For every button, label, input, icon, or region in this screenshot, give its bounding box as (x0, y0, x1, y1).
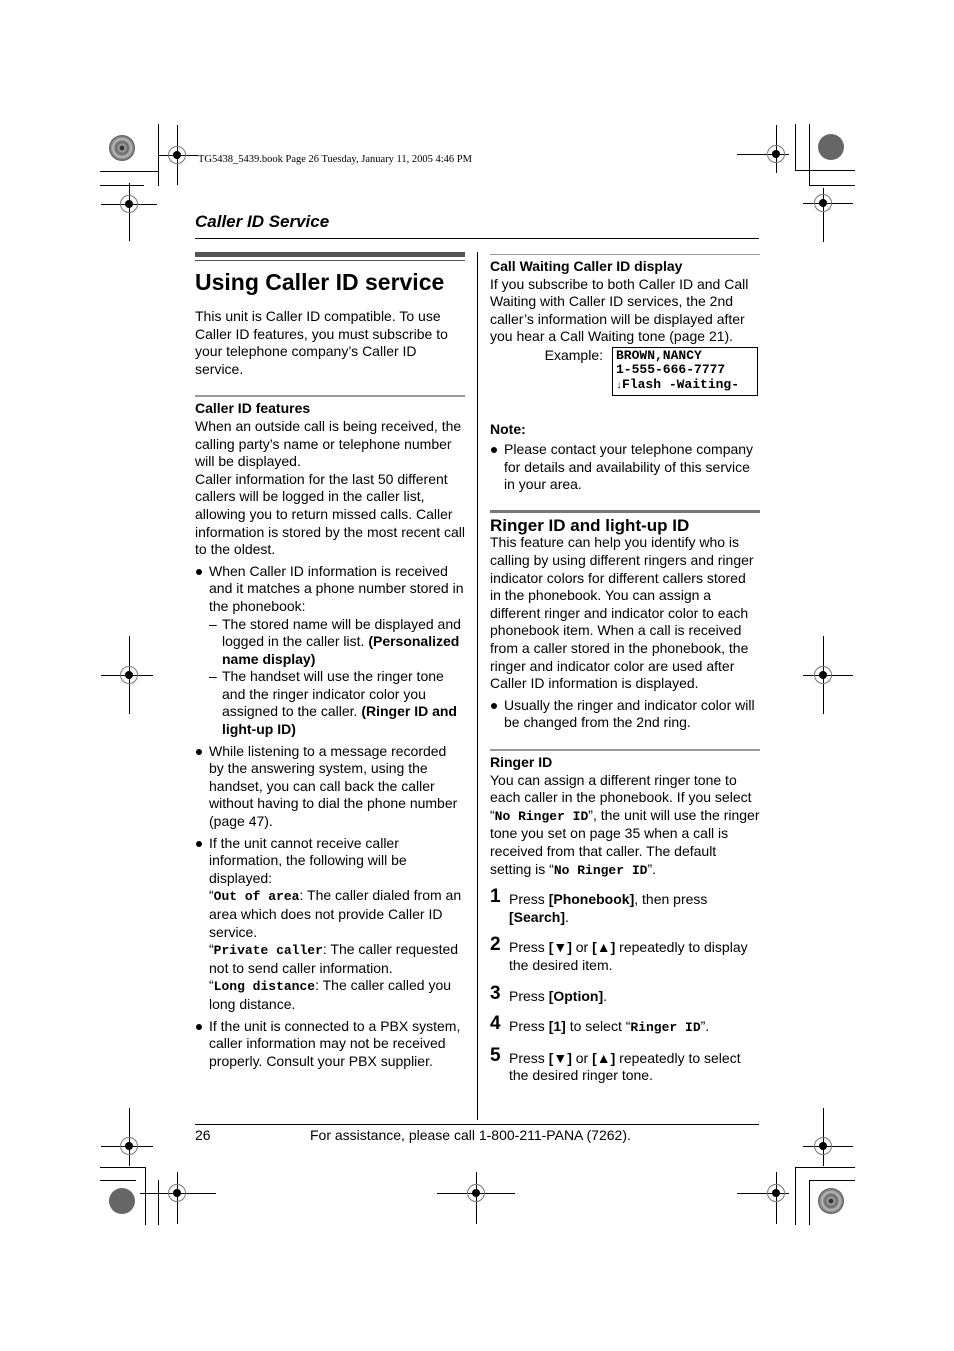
call-waiting-heading: Call Waiting Caller ID display (490, 258, 683, 274)
footer-rule (195, 1124, 759, 1125)
up-key: [▲] (592, 939, 616, 956)
running-head: TG5438_5439.book Page 26 Tuesday, Januar… (198, 154, 472, 165)
crosshair-icon (467, 1184, 485, 1202)
left-column: Using Caller ID service This unit is Cal… (195, 252, 465, 1070)
one-key: [1] (548, 1018, 566, 1035)
crosshair-icon (120, 666, 138, 684)
step-text: ”. (700, 1018, 710, 1035)
down-key: [▼] (548, 939, 572, 956)
crosshair-icon (168, 1184, 186, 1202)
display-code: Long distance (213, 979, 316, 995)
step-text: Ringer ID (630, 1020, 701, 1036)
ringer-light-heading: Ringer ID and light-up ID (490, 515, 690, 535)
step-text: 5 (490, 1044, 501, 1066)
note-label: Note: (490, 421, 526, 438)
bullet-item: If the unit cannot receive caller inform… (195, 835, 465, 1014)
crosshair-icon (120, 1137, 138, 1155)
phonebook-key: [Phonebook] (548, 891, 635, 908)
section-divider (490, 254, 760, 255)
step-text: 2 (490, 934, 501, 956)
crosshair-icon (120, 195, 138, 213)
color-target-icon (818, 134, 844, 160)
ringer-light-paragraph: This feature can help you identify who i… (490, 534, 754, 692)
step-text: Press (509, 987, 549, 1004)
step-text: 3 (490, 982, 501, 1004)
page-number: 26 (195, 1127, 211, 1143)
call-waiting-paragraph: If you subscribe to both Caller ID and C… (490, 275, 749, 345)
display-code: Private caller (213, 943, 323, 959)
features-paragraph-1: When an outside call is being received, … (195, 417, 462, 470)
option-key: [Option] (548, 987, 604, 1004)
section-divider (195, 395, 465, 398)
ringer-id-heading: Ringer ID (490, 753, 553, 770)
assistance-line: For assistance, please call 1-800-211-PA… (310, 1127, 631, 1143)
search-key: [Search] (509, 908, 566, 925)
features-paragraph-2: Caller information for the last 50 diffe… (195, 470, 466, 558)
step-item: 5 Press [▼] or [▲] repeatedly to select t… (490, 1044, 760, 1085)
heading-bar (195, 252, 465, 257)
step-text: to select “ (565, 1018, 631, 1035)
section-divider (490, 748, 760, 751)
features-heading: Caller ID features (195, 400, 311, 417)
step-text: , then press (634, 891, 708, 908)
crosshair-icon (814, 666, 832, 684)
right-column: Call Waiting Caller ID display If you su… (490, 254, 760, 1098)
bullet-item: Please contact your telephone company fo… (490, 441, 760, 494)
heading-rule (195, 260, 465, 261)
lcd-screen: BROWN,NANCY 1-555-666-7777 ↓Flash -Waiti… (612, 346, 758, 397)
color-target-icon (109, 135, 135, 161)
color-target-icon (109, 1188, 135, 1214)
section-title: Caller ID Service (195, 212, 330, 231)
crosshair-icon (814, 1137, 832, 1155)
display-code: Out of area (213, 889, 300, 905)
step-text: or (571, 939, 593, 956)
step-item: 3 Press [Option]. (490, 982, 760, 1006)
step-item: 1 Press [Phonebook], then press [Search]. (490, 886, 760, 926)
step-text: 4 (490, 1013, 501, 1035)
step-text: . (565, 908, 569, 925)
steps-list: 1 Press [Phonebook], then press [Search].… (490, 886, 760, 1085)
crosshair-icon (814, 194, 832, 212)
column-divider (477, 252, 478, 1120)
bullet-item: Usually the ringer and indicator color w… (490, 697, 760, 732)
step-text: or (571, 1049, 593, 1066)
step-text: Press (509, 891, 549, 908)
step-text: 1 (490, 886, 501, 908)
header-rule (195, 238, 759, 239)
page-heading: Using Caller ID service (195, 269, 445, 295)
ringer-id-paragraph: You can assign a different ringer tone t… (490, 771, 760, 878)
dash-item: – The stored name will be displayed and l… (209, 615, 461, 667)
example-display: Example: BROWN,NANCY 1-555-666-7777 ↓Fla… (490, 346, 760, 397)
section-divider (490, 509, 760, 513)
crosshair-icon (767, 145, 785, 163)
crosshair-icon (168, 146, 186, 164)
step-text: Press (509, 1049, 549, 1066)
bullet-item: While listening to a message recorded by… (195, 743, 465, 831)
step-text: . (603, 987, 607, 1004)
down-key: [▼] (548, 1049, 572, 1066)
crosshair-icon (767, 1184, 785, 1202)
bullet-item: When Caller ID information is received a… (195, 563, 465, 616)
step-item: 2 Press [▼] or [▲] repeatedly to display … (490, 934, 760, 974)
bullet-item: If the unit is connected to a PBX system… (195, 1018, 465, 1071)
step-item: 4 Press [1] to select “Ringer ID”. (490, 1013, 760, 1037)
intro-paragraph: This unit is Caller ID compatible. To us… (195, 308, 448, 377)
color-target-icon (818, 1188, 844, 1214)
step-text: Press (509, 939, 549, 956)
dash-item: – The handset will use the ringer tone an… (209, 668, 457, 738)
example-label: Example: (544, 346, 603, 363)
up-key: [▲] (592, 1049, 616, 1066)
step-text: Press (509, 1018, 549, 1035)
